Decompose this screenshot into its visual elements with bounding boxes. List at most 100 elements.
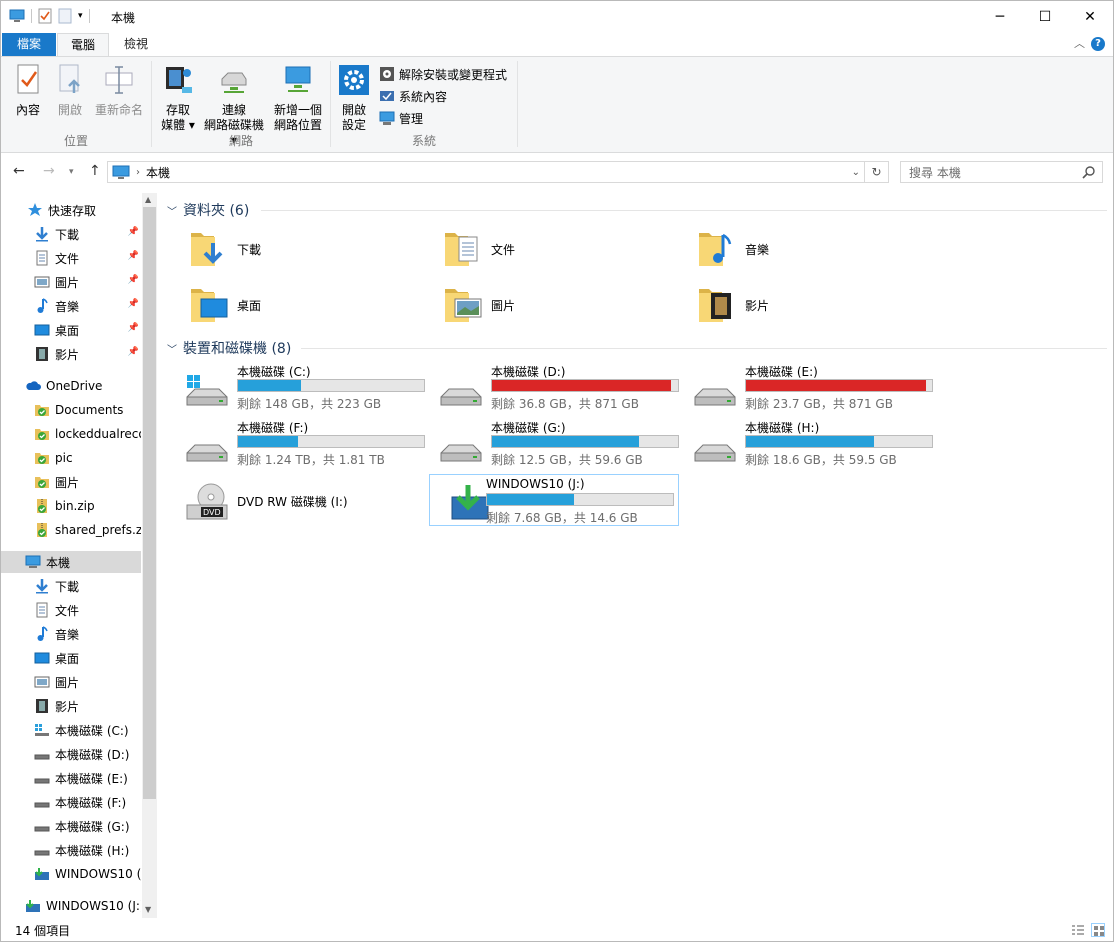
qat-separator <box>31 9 32 23</box>
open-button[interactable]: 開啟 <box>53 63 87 118</box>
nav-quick-access-item[interactable]: 圖片 📌 <box>1 271 141 293</box>
music-icon <box>34 626 50 642</box>
drive-item[interactable]: 本機磁碟 (F:) 剩餘 1.24 TB，共 1.81 TB <box>165 419 425 471</box>
nav-item-label: OneDrive <box>46 379 103 393</box>
folder-name: 音樂 <box>745 242 770 257</box>
chevron-down-icon[interactable]: ﹀ <box>167 341 177 356</box>
recent-locations-icon[interactable]: ▾ <box>69 167 74 177</box>
refresh-icon: ↻ <box>871 165 882 179</box>
nav-this-pc-item[interactable]: 桌面 <box>1 647 141 669</box>
hard-drive-icon <box>183 427 231 467</box>
manage-button[interactable]: 管理 <box>379 109 423 127</box>
properties-button[interactable]: 內容 <box>11 63 45 118</box>
drive-item[interactable]: 本機磁碟 (H:) 剩餘 18.6 GB，共 59.5 GB <box>673 419 933 471</box>
drive-item[interactable]: DVD DVD RW 磁碟機 (I:) <box>165 475 415 527</box>
new-folder-qat-icon[interactable] <box>58 8 72 24</box>
scroll-down-icon[interactable]: ▼ <box>145 905 151 914</box>
nav-this-pc-item[interactable]: 本機磁碟 (G:) <box>1 815 141 837</box>
details-view-icon[interactable] <box>1071 923 1085 937</box>
nav-onedrive-item[interactable]: 圖片 <box>1 471 141 493</box>
nav-quick-access-item[interactable]: 文件 📌 <box>1 247 141 269</box>
tab-view[interactable]: 檢視 <box>113 33 159 56</box>
folder-item[interactable]: 桌面 <box>165 279 415 331</box>
rename-icon <box>105 66 133 94</box>
music-folder-icon <box>695 227 739 271</box>
address-dropdown-icon[interactable]: ⌄ <box>852 167 860 178</box>
drive-name: 本機磁碟 (F:) <box>237 421 309 435</box>
chevron-down-icon[interactable]: ﹀ <box>167 203 177 218</box>
properties-qat-icon[interactable] <box>38 8 52 24</box>
refresh-button[interactable]: ↻ <box>865 161 889 183</box>
minimize-button[interactable]: ─ <box>977 1 1023 32</box>
download-icon <box>34 226 50 242</box>
nav-onedrive-item[interactable]: bin.zip <box>1 495 141 517</box>
forward-arrow-icon[interactable]: → <box>43 163 55 179</box>
nav-this-pc-item[interactable]: 影片 <box>1 695 141 717</box>
nav-this-pc-item[interactable]: 音樂 <box>1 623 141 645</box>
drive-item[interactable]: 本機磁碟 (D:) 剩餘 36.8 GB，共 871 GB <box>419 363 679 415</box>
nav-quick-access[interactable]: 快速存取 <box>1 199 141 221</box>
nav-quick-access-item[interactable]: 影片 📌 <box>1 343 141 365</box>
uninstall-program-button[interactable]: 解除安裝或變更程式 <box>379 65 507 83</box>
collapse-ribbon-icon[interactable]: ︿ <box>1074 35 1085 51</box>
scrollbar-thumb[interactable] <box>143 207 156 799</box>
drive-item[interactable]: 本機磁碟 (E:) 剩餘 23.7 GB，共 871 GB <box>673 363 933 415</box>
tab-computer[interactable]: 電腦 <box>57 33 109 56</box>
nav-onedrive-item[interactable]: lockeddualrecord <box>1 423 141 445</box>
drive-item[interactable]: 本機磁碟 (C:) 剩餘 148 GB，共 223 GB <box>165 363 425 415</box>
content-pane: ﹀ 資料夾 (6) ﹀ 裝置和磁碟機 (8) 下載 文件 音樂桌面 圖片 影片本機磁碟 … <box>161 193 1113 918</box>
pin-icon: 📌 <box>127 347 139 357</box>
nav-quick-access-item[interactable]: 下載 📌 <box>1 223 141 245</box>
nav-this-pc-item[interactable]: 本機磁碟 (H:) <box>1 839 141 861</box>
drive-item[interactable]: 本機磁碟 (G:) 剩餘 12.5 GB，共 59.6 GB <box>419 419 679 471</box>
nav-this-pc-item[interactable]: 下載 <box>1 575 141 597</box>
help-icon[interactable]: ? <box>1091 37 1105 51</box>
breadcrumb-this-pc[interactable]: 本機 <box>146 164 170 181</box>
add-network-location-button[interactable]: 新增一個 網路位置 <box>270 63 326 133</box>
folder-item[interactable]: 影片 <box>673 279 923 331</box>
folder-item[interactable]: 圖片 <box>419 279 669 331</box>
nav-this-pc-item[interactable]: 本機磁碟 (C:) <box>1 719 141 741</box>
breadcrumb-chevron-icon[interactable]: › <box>136 167 140 178</box>
nav-onedrive-item[interactable]: pic <box>1 447 141 469</box>
nav-onedrive-item[interactable]: Documents <box>1 399 141 421</box>
nav-this-pc-item[interactable]: 本機磁碟 (E:) <box>1 767 141 789</box>
nav-this-pc-item[interactable]: 本機磁碟 (F:) <box>1 791 141 813</box>
nav-quick-access-item[interactable]: 音樂 📌 <box>1 295 141 317</box>
nav-this-pc[interactable]: 本機 <box>1 551 141 573</box>
nav-onedrive[interactable]: OneDrive <box>1 375 141 397</box>
open-settings-button[interactable]: 開啟 設定 <box>337 63 371 133</box>
up-arrow-icon[interactable]: ↑ <box>89 163 101 179</box>
nav-this-pc-item[interactable]: 文件 <box>1 599 141 621</box>
large-icons-view-icon[interactable] <box>1091 923 1105 937</box>
search-input[interactable]: 搜尋 本機 <box>900 161 1103 183</box>
hard-drive-icon <box>691 427 739 467</box>
qat-dropdown-icon[interactable]: ▾ <box>78 11 83 21</box>
close-button[interactable]: ✕ <box>1067 1 1113 32</box>
drive-item[interactable]: WINDOWS10 (J:) 剩餘 7.68 GB，共 14.6 GB <box>429 474 679 526</box>
tab-file[interactable]: 檔案 <box>2 33 56 56</box>
folder-item[interactable]: 文件 <box>419 223 669 275</box>
nav-usb-drive[interactable]: WINDOWS10 (J:) <box>1 895 141 917</box>
nav-this-pc-item[interactable]: 圖片 <box>1 671 141 693</box>
access-media-button[interactable]: 存取 媒體 ▾ <box>158 63 198 133</box>
back-arrow-icon[interactable]: ← <box>13 163 25 179</box>
system-properties-button[interactable]: 系統內容 <box>379 87 447 105</box>
nav-this-pc-item[interactable]: 本機磁碟 (D:) <box>1 743 141 765</box>
folders-group-header[interactable]: ﹀ 資料夾 (6) <box>167 201 1107 219</box>
rename-button[interactable]: 重新命名 <box>93 63 145 118</box>
nav-scrollbar[interactable]: ▲ ▼ <box>142 193 157 918</box>
nav-onedrive-item[interactable]: shared_prefs.zip <box>1 519 141 541</box>
network-drive-icon <box>221 72 247 93</box>
maximize-button[interactable]: ☐ <box>1022 1 1068 32</box>
nav-quick-access-item[interactable]: 桌面 📌 <box>1 319 141 341</box>
folder-item[interactable]: 下載 <box>165 223 415 275</box>
nav-this-pc-item[interactable]: WINDOWS10 (J:) <box>1 863 141 885</box>
pic-icon <box>34 674 50 690</box>
drives-group-header[interactable]: ﹀ 裝置和磁碟機 (8) <box>167 339 1107 357</box>
address-bar[interactable]: › 本機 ⌄ <box>107 161 865 183</box>
drive-free-space: 剩餘 36.8 GB，共 871 GB <box>491 397 639 411</box>
nav-item-label: pic <box>55 451 73 465</box>
scroll-up-icon[interactable]: ▲ <box>145 195 151 204</box>
folder-item[interactable]: 音樂 <box>673 223 923 275</box>
